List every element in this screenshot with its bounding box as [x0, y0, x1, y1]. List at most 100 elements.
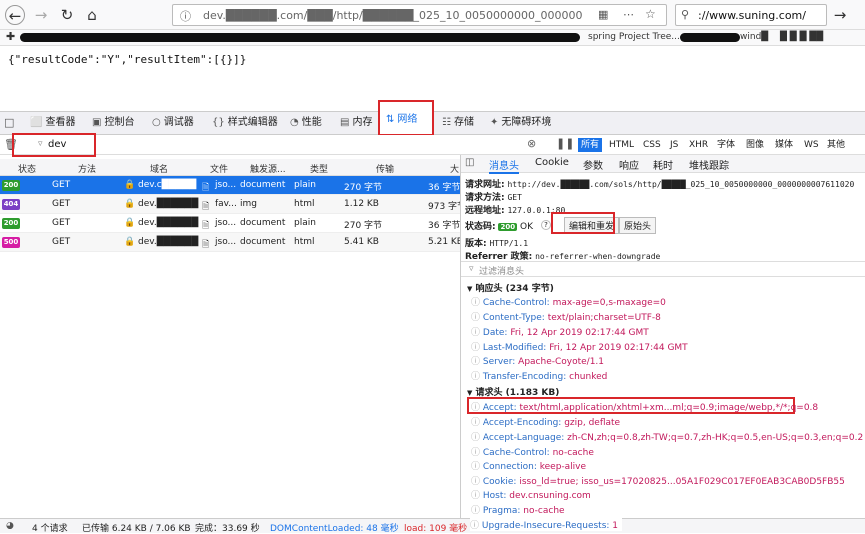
- table-row[interactable]: 200 GET 🔒 dev.██████ 🗎 jso... document p…: [0, 214, 460, 233]
- search-input[interactable]: ://www.suning.com/: [698, 9, 806, 22]
- tab-style-editor[interactable]: {} 样式编辑器: [212, 112, 278, 134]
- more-icon[interactable]: ⋯: [623, 8, 634, 21]
- table-row[interactable]: 404 GET 🔒 dev.██████ 🗎 fav... img html 1…: [0, 195, 466, 214]
- tab-storage[interactable]: ☷ 存储: [442, 112, 474, 134]
- tab-performance[interactable]: ◔ 性能: [290, 112, 322, 134]
- search-bar[interactable]: ⚲ ://www.suning.com/: [675, 4, 827, 26]
- table-row[interactable]: 200 GET 🔒 dev.c█████ 🗎 jso... document p…: [0, 176, 460, 195]
- type-filter-ws[interactable]: WS: [801, 138, 822, 152]
- header-name: Transfer-Encoding:: [482, 372, 567, 382]
- transferred-size: 已传输 6.24 KB / 7.06 KB: [82, 524, 191, 534]
- column-size[interactable]: 大: [450, 162, 459, 175]
- type-filter-font[interactable]: 字体: [714, 138, 738, 152]
- column-domain[interactable]: 域名: [150, 162, 168, 175]
- type-cell: html: [294, 199, 315, 209]
- headers-filter[interactable]: ▿ 过滤消息头: [461, 261, 865, 277]
- type-filter-js[interactable]: JS: [667, 138, 681, 152]
- raw-headers-button[interactable]: 原始头: [619, 217, 657, 234]
- header-row[interactable]: ⓘ Date: Fri, 12 Apr 2019 02:17:44 GMT: [471, 325, 649, 338]
- method-cell: GET: [52, 199, 71, 209]
- domain-cell: dev.c█████: [138, 180, 197, 190]
- header-row[interactable]: ⓘ Cache-Control: max-age=0,s-maxage=0: [471, 295, 666, 308]
- pause-icon[interactable]: ❚❚: [556, 137, 574, 150]
- column-file[interactable]: 文件: [210, 162, 228, 175]
- help-icon: ⓘ: [471, 448, 481, 458]
- cause-cell: document: [240, 218, 286, 228]
- header-row[interactable]: ⓘ Cookie: isso_ld=true; isso_us=17020825…: [471, 474, 845, 487]
- tab-console[interactable]: ▣ 控制台: [92, 112, 134, 134]
- status-badge: 200: [498, 223, 518, 231]
- reload-icon[interactable]: ↻: [57, 5, 77, 25]
- tab-network[interactable]: ⇅ 网络: [378, 100, 434, 136]
- size-cell: 36 字节: [428, 221, 461, 231]
- help-icon[interactable]: ?: [541, 220, 551, 230]
- forward-icon[interactable]: →: [31, 5, 51, 25]
- tab-debugger[interactable]: ○ 调试器: [152, 112, 194, 134]
- header-value: text/html,application/xhtml+xm...ml;q=0.…: [519, 403, 819, 413]
- header-row[interactable]: ⓘ Transfer-Encoding: chunked: [471, 369, 607, 382]
- header-row[interactable]: ⓘ Accept-Encoding: gzip, deflate: [471, 415, 620, 428]
- version-line: 版本: HTTP/1.1: [465, 236, 528, 249]
- header-row[interactable]: ⓘ Accept-Language: zh-CN,zh;q=0.8,zh-TW;…: [471, 430, 863, 443]
- bookmark-item[interactable]: spring Project Tree...: [588, 32, 680, 42]
- header-row[interactable]: ⓘ Cache-Control: no-cache: [471, 445, 594, 458]
- type-filter-xhr[interactable]: XHR: [686, 138, 711, 152]
- tab-stack-trace[interactable]: 堆栈跟踪: [689, 157, 729, 172]
- tab-accessibility[interactable]: ✦ 无障碍环境: [490, 112, 551, 134]
- column-transfer[interactable]: 传输: [376, 162, 394, 175]
- request-url-line: 请求网址: http://dev.██████.com/sols/http/██…: [465, 177, 854, 190]
- column-type[interactable]: 类型: [310, 162, 328, 175]
- header-value: Fri, 12 Apr 2019 02:17:44 GMT: [510, 328, 649, 338]
- header-name: Date:: [482, 328, 508, 338]
- referrer-value: no-referrer-when-downgrade: [535, 252, 661, 261]
- type-filter-images[interactable]: 图像: [743, 138, 767, 152]
- tab-response[interactable]: 响应: [619, 157, 639, 172]
- pick-element-icon[interactable]: □: [4, 116, 14, 129]
- redaction-scribble: [20, 33, 580, 42]
- sidebar-toggle-icon[interactable]: ◫: [465, 157, 474, 168]
- tab-memory[interactable]: ▤ 内存: [340, 112, 372, 134]
- header-row[interactable]: ⓘ Content-Type: text/plain;charset=UTF-8: [471, 310, 661, 323]
- header-value: Apache-Coyote/1.1: [518, 357, 605, 367]
- tab-cookies[interactable]: Cookie: [535, 157, 569, 168]
- header-row[interactable]: ⓘ Pragma: no-cache: [471, 503, 565, 516]
- tab-inspector[interactable]: ⬜ 查看器: [30, 112, 75, 134]
- filter-icon: ▿: [469, 264, 474, 274]
- header-row[interactable]: ⓘ Accept: text/html,application/xhtml+xm…: [471, 400, 818, 413]
- column-cause[interactable]: 触发源...: [250, 162, 286, 175]
- url-bar[interactable]: ⓘ dev.██████.com/███/http/██████_025_10_…: [172, 4, 667, 26]
- bookmarks-bar: ✚ spring Project Tree... wind█ █ █ █ ██: [0, 30, 865, 46]
- clear-filter-icon[interactable]: ⊗: [527, 137, 536, 150]
- bookmark-item[interactable]: █ █ █ ██: [780, 32, 823, 42]
- header-row[interactable]: ⓘ Last-Modified: Fri, 12 Apr 2019 02:17:…: [471, 340, 688, 353]
- column-status[interactable]: 状态: [18, 162, 36, 175]
- column-method[interactable]: 方法: [78, 162, 96, 175]
- qr-icon[interactable]: ▦: [598, 8, 608, 21]
- tab-headers[interactable]: 消息头: [489, 157, 519, 174]
- tab-params[interactable]: 参数: [583, 157, 603, 172]
- type-filter-all[interactable]: 所有: [578, 138, 603, 152]
- type-filter-css[interactable]: CSS: [640, 138, 664, 152]
- header-row[interactable]: ⓘ Connection: keep-alive: [471, 459, 586, 472]
- home-icon[interactable]: ⌂: [82, 5, 102, 25]
- header-row[interactable]: ⓘ Upgrade-Insecure-Requests: 1: [470, 518, 623, 531]
- redaction-scribble: [680, 33, 740, 42]
- go-icon[interactable]: →: [830, 5, 850, 25]
- headers-filter-placeholder[interactable]: 过滤消息头: [479, 264, 524, 277]
- type-filter-other[interactable]: 其他: [824, 138, 848, 152]
- chevron-down-icon: ▼: [467, 389, 473, 397]
- type-filter-html[interactable]: HTML: [606, 138, 637, 152]
- back-icon[interactable]: ←: [5, 5, 25, 25]
- gauge-icon[interactable]: ◕: [6, 521, 14, 531]
- file-icon: 🗎: [202, 202, 210, 212]
- header-row[interactable]: ⓘ Host: dev.cnsuning.com: [471, 488, 591, 501]
- star-icon[interactable]: ☆: [645, 7, 656, 21]
- type-filter-media[interactable]: 媒体: [772, 138, 796, 152]
- response-headers-section[interactable]: ▼ 响应头 (234 字节): [467, 281, 554, 294]
- table-row[interactable]: 500 GET 🔒 dev.██████ 🗎 jso... document h…: [0, 233, 463, 252]
- file-icon: 🗎: [202, 183, 210, 193]
- tab-timings[interactable]: 耗时: [653, 157, 673, 172]
- bookmark-item[interactable]: wind█: [740, 32, 768, 42]
- label: 请求方法:: [465, 193, 505, 203]
- header-row[interactable]: ⓘ Server: Apache-Coyote/1.1: [471, 354, 604, 367]
